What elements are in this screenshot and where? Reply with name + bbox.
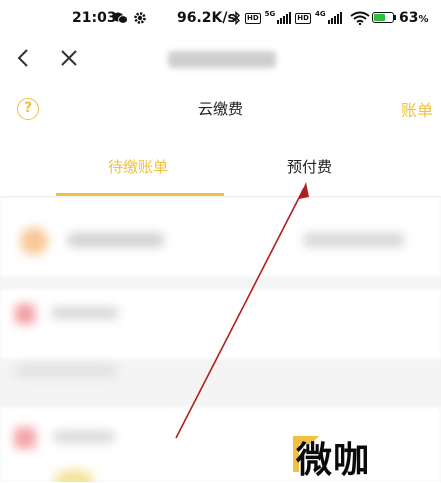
bill-link[interactable]: 账单 [401, 97, 433, 121]
tab-active-indicator [56, 193, 224, 196]
network-speed: 96.2K/s [177, 10, 236, 26]
gear-icon [134, 12, 146, 24]
status-bar: 21:03 96.2K/s HD 5G HD 4G 63% [0, 0, 441, 38]
status-time: 21:03 [72, 10, 117, 26]
wechat-icon [112, 12, 128, 24]
signal-icon [277, 12, 292, 24]
network-type-label: 4G [314, 10, 326, 18]
network-type-label: 5G [264, 10, 276, 18]
tab-prepaid[interactable]: 预付费 [287, 156, 332, 177]
page-header: ? 云缴费 账单 [0, 87, 441, 129]
page-title: 云缴费 [197, 100, 243, 118]
battery-percent: 63% [399, 10, 429, 26]
wifi-icon [349, 11, 370, 25]
battery-icon [372, 12, 394, 23]
close-icon[interactable] [57, 46, 81, 70]
blurred-text [52, 307, 118, 319]
bluetooth-icon [232, 11, 240, 25]
watermark-text: 微咖 [296, 440, 371, 481]
nav-bar [0, 38, 441, 82]
hd-badge: HD [245, 12, 261, 24]
blurred-icon [14, 427, 36, 449]
status-icons: HD 5G HD 4G [232, 10, 370, 25]
list-card [0, 289, 441, 359]
chevron-left-icon[interactable] [12, 46, 36, 70]
blurred-text [304, 233, 404, 247]
blurred-icon [20, 227, 48, 255]
tab-pending-bills[interactable]: 待缴账单 [108, 156, 168, 177]
blurred-text [68, 233, 164, 247]
battery-tip [394, 15, 396, 20]
blurred-page-title [168, 51, 276, 68]
hd-badge: HD [295, 12, 311, 24]
blurred-text [16, 365, 116, 377]
blurred-text [54, 431, 114, 443]
signal-icon [327, 12, 342, 24]
tab-bar: 待缴账单 预付费 [0, 140, 441, 197]
blurred-icon [15, 304, 35, 324]
